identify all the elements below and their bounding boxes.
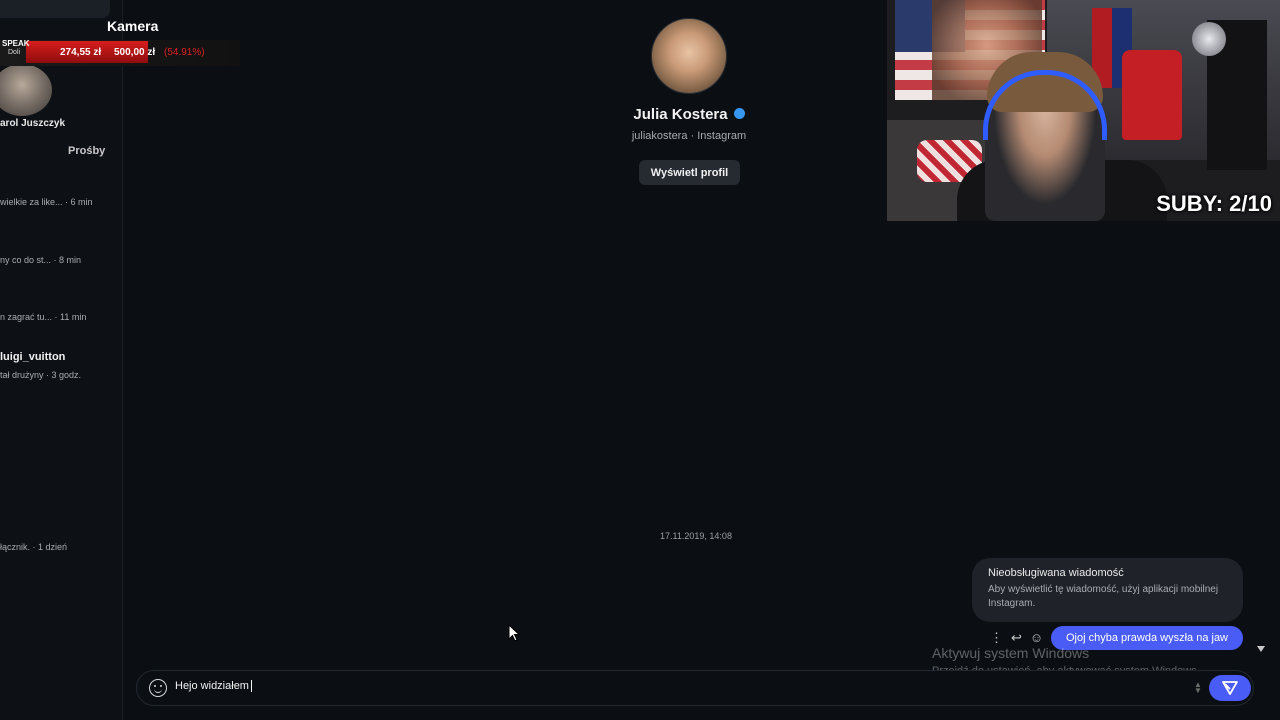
scroll-down-arrow-icon[interactable]	[1257, 646, 1265, 652]
webcam-jersey	[1122, 50, 1182, 140]
speak-label: SPEAK	[2, 39, 30, 48]
unsupported-message-body: Aby wyświetlić tę wiadomość, użyj aplika…	[988, 584, 1219, 609]
verified-badge-icon	[733, 107, 745, 119]
message-input-text: Hejo widziałem	[175, 680, 249, 692]
send-button[interactable]	[1209, 675, 1251, 701]
reply-icon[interactable]: ↩	[1011, 631, 1022, 645]
react-emoji-icon[interactable]: ☺	[1030, 631, 1043, 645]
conversation-preview[interactable]: ny co do st... · 8 min	[0, 255, 81, 265]
message-input[interactable]: Hejo widziałem	[175, 680, 1075, 693]
mouse-pointer-icon	[508, 624, 520, 642]
conversation-title[interactable]: luigi_vuitton	[0, 351, 65, 363]
camera-label: Kamera	[107, 18, 159, 34]
donation-percent: (54.91%)	[164, 47, 205, 58]
chat-profile-avatar[interactable]	[651, 18, 727, 94]
view-profile-button[interactable]: Wyświetl profil	[639, 160, 740, 185]
unsupported-message-title: Nieobsługiwana wiadomość	[988, 567, 1124, 579]
message-composer: Hejo widziałem	[136, 670, 1254, 706]
donation-goal: 500,00 zł	[114, 47, 156, 58]
webcam-disco-ball	[1192, 22, 1226, 56]
message-actions: ⋮ ↩ ☺	[990, 630, 1046, 646]
emoji-picker-icon[interactable]	[149, 679, 167, 697]
message-timestamp: 17.11.2019, 14:08	[660, 531, 732, 541]
text-caret	[250, 680, 252, 693]
donation-current: 274,55 zł	[60, 47, 102, 58]
more-options-icon[interactable]: ⋮	[990, 631, 1003, 645]
chat-profile-subtitle: juliakostera · Instagram	[631, 130, 747, 142]
conversation-preview[interactable]: tał drużyny · 3 godz.	[0, 370, 81, 380]
sidebar-profile-name: arol Juszczyk	[0, 118, 66, 129]
conversation-sidebar: arol Juszczyk Prośby wielkie za like... …	[0, 0, 123, 720]
windows-activation-title: Aktywuj system Windows	[932, 645, 1090, 661]
webcam-overlay: SUBY: 2/10	[887, 0, 1280, 221]
chat-profile-name: Julia Kostera	[633, 106, 728, 123]
speak-sublabel: Doli	[8, 49, 21, 56]
input-scroll-icon: ▲ ▼	[1194, 680, 1202, 695]
requests-link[interactable]: Prośby	[68, 145, 105, 157]
sidebar-profile-avatar[interactable]	[0, 64, 52, 116]
conversation-preview[interactable]: łącznik. · 1 dzień	[0, 542, 67, 552]
conversation-preview[interactable]: wielkie za like... · 6 min	[0, 197, 93, 207]
subscriber-goal: SUBY: 2/10	[1156, 191, 1272, 216]
chat-profile-name-row: Julia Kostera	[560, 106, 818, 123]
unsupported-message-bubble: Nieobsługiwana wiadomość Aby wyświetlić …	[972, 558, 1243, 622]
conversation-preview[interactable]: n zagrać tu... · 11 min	[0, 312, 86, 322]
sidebar-top-bar	[0, 0, 110, 18]
send-icon	[1222, 681, 1238, 695]
